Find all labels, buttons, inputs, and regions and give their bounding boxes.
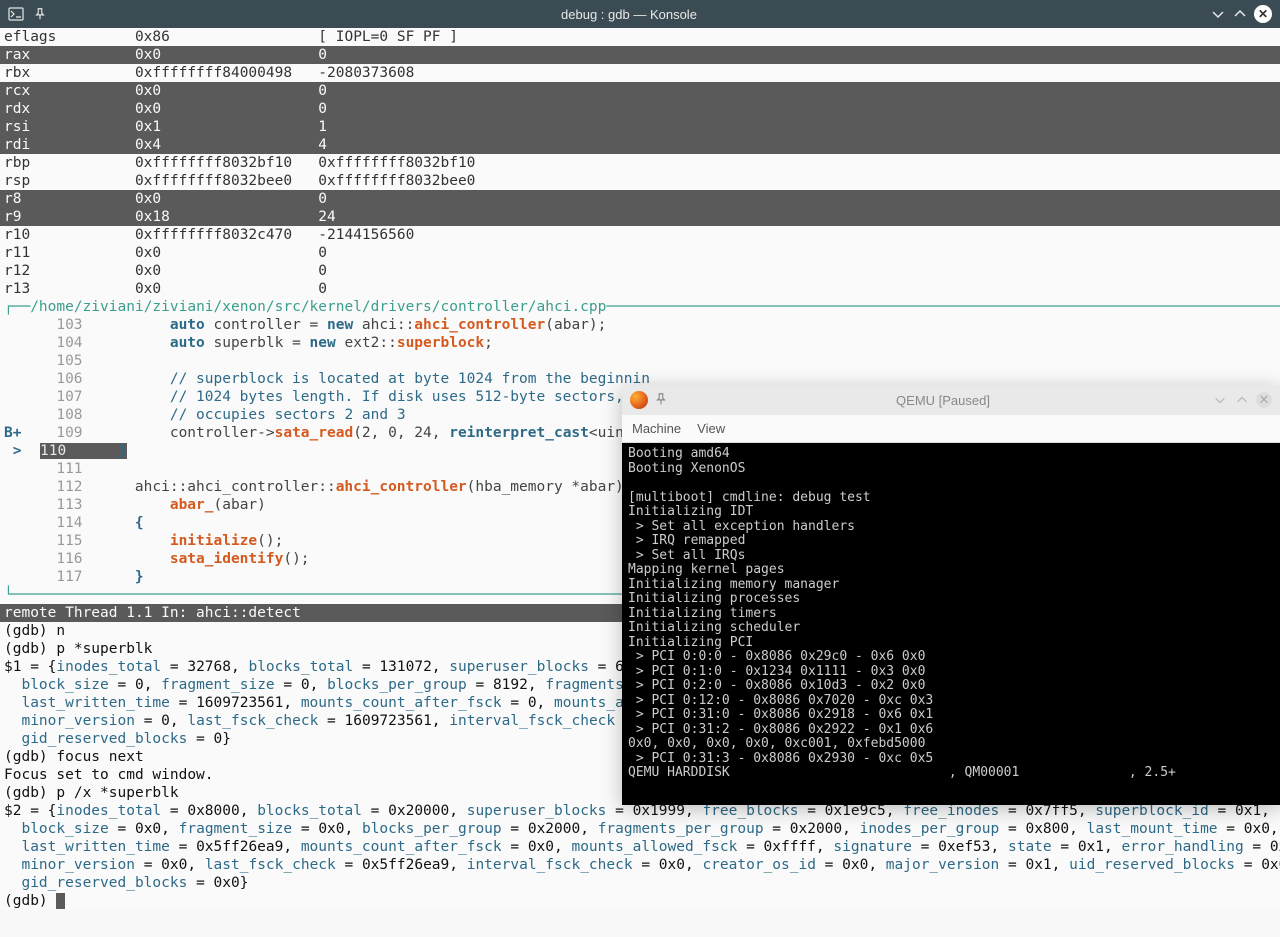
register-row: rsi 0x1 1 bbox=[0, 118, 1280, 136]
register-row: r12 0x0 0 bbox=[0, 262, 1280, 280]
gdb-line: last_written_time = 0x5ff26ea9, mounts_c… bbox=[0, 838, 1280, 856]
source-line: 104 auto superblk = new ext2::superblock… bbox=[0, 334, 1280, 352]
close-icon[interactable]: ✕ bbox=[1256, 392, 1272, 408]
source-line: 103 auto controller = new ahci::ahci_con… bbox=[0, 316, 1280, 334]
register-row: rdx 0x0 0 bbox=[0, 100, 1280, 118]
qemu-console: Booting amd64 Booting XenonOS [multiboot… bbox=[622, 443, 1280, 805]
qemu-menu: Machine View bbox=[622, 415, 1280, 443]
gdb-line: (gdb) bbox=[0, 892, 1280, 910]
register-row: r10 0xffffffff8032c470 -2144156560 bbox=[0, 226, 1280, 244]
register-row: r9 0x18 24 bbox=[0, 208, 1280, 226]
register-row: rbp 0xffffffff8032bf10 0xffffffff8032bf1… bbox=[0, 154, 1280, 172]
window-title: debug : gdb — Konsole bbox=[48, 7, 1210, 22]
gdb-line: block_size = 0x0, fragment_size = 0x0, b… bbox=[0, 820, 1280, 838]
register-row: r8 0x0 0 bbox=[0, 190, 1280, 208]
maximize-icon[interactable] bbox=[1234, 392, 1250, 408]
register-row: r13 0x0 0 bbox=[0, 280, 1280, 298]
register-row: r11 0x0 0 bbox=[0, 244, 1280, 262]
pin-icon[interactable] bbox=[32, 6, 48, 22]
register-row: rdi 0x4 4 bbox=[0, 136, 1280, 154]
minimize-icon[interactable] bbox=[1212, 392, 1228, 408]
gdb-line: minor_version = 0x0, last_fsck_check = 0… bbox=[0, 856, 1280, 874]
register-row: rsp 0xffffffff8032bee0 0xffffffff8032bee… bbox=[0, 172, 1280, 190]
register-row: rax 0x0 0 bbox=[0, 46, 1280, 64]
qemu-title: QEMU [Paused] bbox=[674, 393, 1212, 408]
source-path-separator: ┌──/home/ziviani/ziviani/xenon/src/kerne… bbox=[0, 298, 1280, 316]
close-icon[interactable]: ✕ bbox=[1254, 5, 1272, 23]
register-pane: eflags 0x86 [ IOPL=0 SF PF ]rax 0x0 0rbx… bbox=[0, 28, 1280, 298]
menu-machine[interactable]: Machine bbox=[632, 421, 681, 436]
menu-view[interactable]: View bbox=[697, 421, 725, 436]
register-row: rcx 0x0 0 bbox=[0, 82, 1280, 100]
konsole-titlebar: debug : gdb — Konsole ✕ bbox=[0, 0, 1280, 28]
maximize-icon[interactable] bbox=[1232, 6, 1248, 22]
register-row: eflags 0x86 [ IOPL=0 SF PF ] bbox=[0, 28, 1280, 46]
qemu-icon bbox=[630, 391, 648, 409]
qemu-titlebar: QEMU [Paused] ✕ bbox=[622, 385, 1280, 415]
qemu-window[interactable]: QEMU [Paused] ✕ Machine View Booting amd… bbox=[622, 385, 1280, 805]
minimize-icon[interactable] bbox=[1210, 6, 1226, 22]
source-line: 105 bbox=[0, 352, 1280, 370]
terminal-icon bbox=[8, 6, 24, 22]
register-row: rbx 0xffffffff84000498 -2080373608 bbox=[0, 64, 1280, 82]
pin-icon[interactable] bbox=[654, 392, 668, 409]
gdb-line: gid_reserved_blocks = 0x0} bbox=[0, 874, 1280, 892]
